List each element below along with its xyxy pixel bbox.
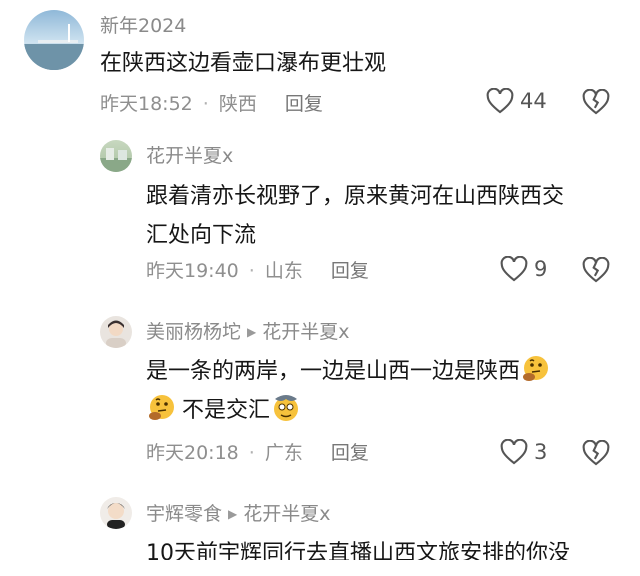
avatar[interactable]	[24, 10, 84, 70]
avatar[interactable]	[100, 497, 132, 529]
comment-text-line: 是一条的两岸，一边是山西一边是陕西	[146, 352, 552, 391]
broken-heart-icon	[582, 256, 610, 283]
avatar[interactable]	[100, 140, 132, 172]
comment-text: 是一条的两岸，一边是山西一边是陕西 不是交汇	[146, 352, 552, 430]
heart-outline-icon	[500, 439, 528, 465]
like-count: 9	[534, 257, 548, 281]
location: 陕西	[218, 93, 257, 115]
reply-arrow-icon: ▶	[228, 507, 238, 521]
comment-text-line: 汇处向下流	[146, 223, 257, 248]
location: 山东	[264, 260, 303, 282]
like-count: 3	[534, 440, 548, 464]
comment-meta: 昨天19:40 · 山东 回复	[146, 262, 369, 281]
comment-text: 在陕西这边看壶口瀑布更壮观	[100, 44, 386, 83]
thinking-face-emoji	[149, 395, 174, 420]
reply-arrow-icon: ▶	[247, 325, 257, 339]
dislike-button[interactable]	[582, 439, 610, 470]
reply-to-username[interactable]: 花开半夏x	[243, 503, 330, 525]
username[interactable]: 花开半夏x	[146, 147, 233, 166]
username[interactable]: 新年2024	[100, 17, 186, 36]
dislike-button[interactable]	[582, 88, 610, 119]
username[interactable]: 美丽杨杨坨	[146, 321, 241, 343]
thinking-face-emoji	[523, 356, 549, 381]
location: 广东	[264, 442, 303, 464]
comment-text-line: 不是交汇	[146, 391, 552, 430]
comment-meta: 昨天18:52 · 陕西 回复	[100, 95, 323, 114]
broken-heart-icon	[582, 88, 610, 115]
heart-outline-icon	[500, 256, 528, 282]
reply-button[interactable]: 回复	[331, 260, 369, 282]
separator-dot: ·	[248, 442, 255, 464]
separator-dot: ·	[202, 93, 209, 115]
like-count: 44	[520, 89, 547, 113]
comment-meta: 昨天20:18 · 广东 回复	[146, 444, 369, 463]
username-line: 美丽杨杨坨 ▶ 花开半夏x	[146, 323, 350, 342]
dislike-button[interactable]	[582, 256, 610, 287]
timestamp: 昨天18:52	[100, 93, 193, 115]
username-line: 宇辉零食 ▶ 花开半夏x	[146, 505, 331, 524]
comment-text-line: 在陕西这边看壶口瀑布更壮观	[100, 51, 387, 76]
comment-text: 跟着清亦长视野了，原来黄河在山西陕西交 汇处向下流	[146, 177, 564, 255]
comment-text-segment: 不是交汇	[182, 398, 271, 423]
reply-button[interactable]: 回复	[285, 93, 323, 115]
like-button[interactable]: 3	[500, 439, 547, 465]
username[interactable]: 宇辉零食	[146, 503, 222, 525]
comment-text-line: 跟着清亦长视野了，原来黄河在山西陕西交	[146, 184, 565, 209]
separator-dot: ·	[248, 260, 255, 282]
comment-text-segment: 是一条的两岸，一边是山西一边是陕西	[146, 359, 521, 384]
viewport-cut	[0, 560, 640, 576]
heart-outline-icon	[486, 88, 514, 114]
dizzy-face-emoji	[274, 395, 299, 421]
timestamp: 昨天19:40	[146, 260, 239, 282]
broken-heart-icon	[582, 439, 610, 466]
like-button[interactable]: 44	[486, 88, 547, 114]
like-button[interactable]: 9	[500, 256, 547, 282]
reply-to-username[interactable]: 花开半夏x	[262, 321, 349, 343]
reply-button[interactable]: 回复	[331, 442, 369, 464]
timestamp: 昨天20:18	[146, 442, 239, 464]
avatar[interactable]	[100, 316, 132, 348]
